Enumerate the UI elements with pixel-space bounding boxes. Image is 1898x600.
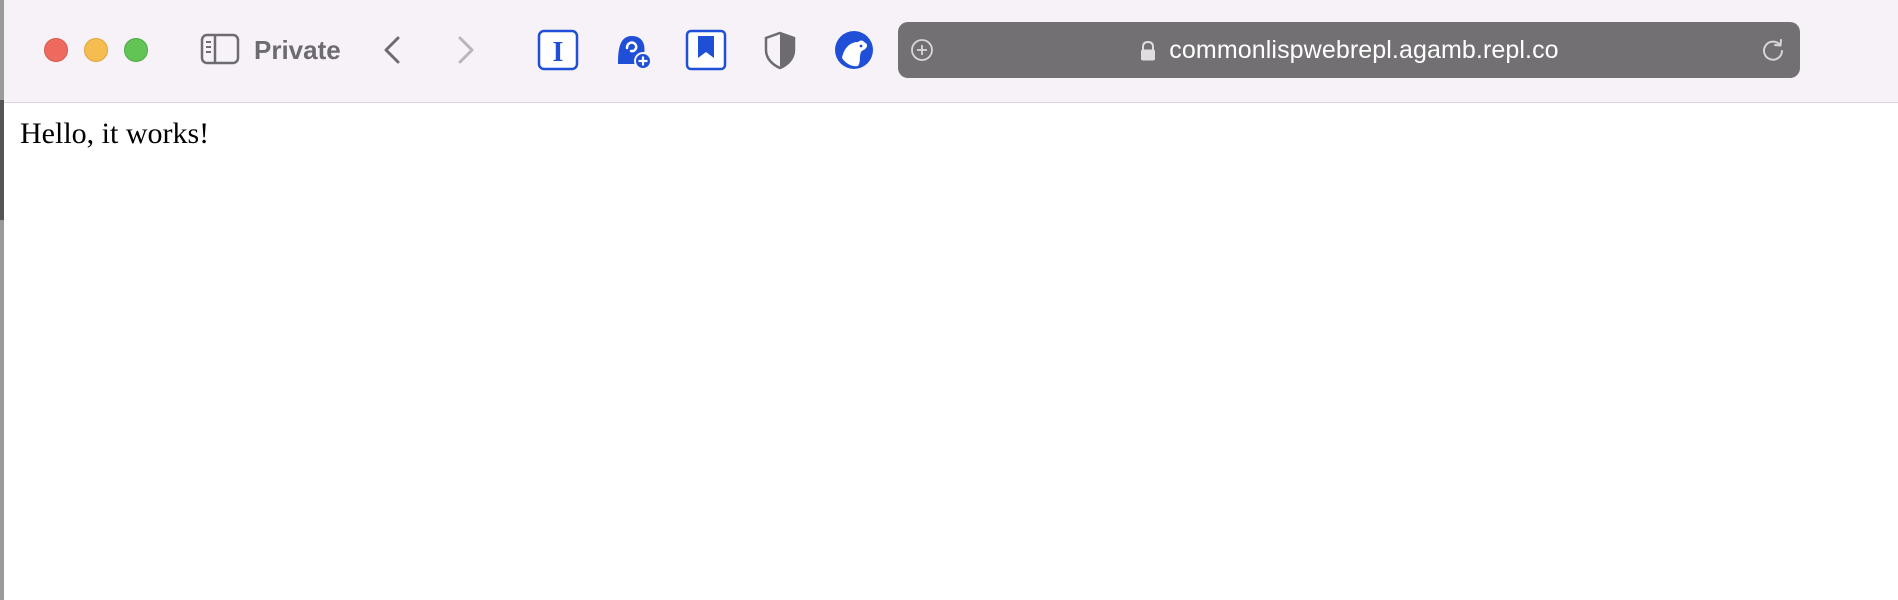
bear-icon	[835, 31, 873, 69]
bear-extension-button[interactable]	[832, 28, 876, 72]
url-text[interactable]: commonlispwebrepl.agamb.repl.co	[1169, 36, 1558, 65]
sidebar-toggle-button[interactable]	[200, 32, 242, 68]
svg-text:I: I	[553, 37, 564, 68]
reload-button[interactable]	[1760, 37, 1786, 63]
shield-icon	[764, 31, 796, 70]
page-body-text: Hello, it works!	[20, 117, 210, 150]
close-window-button[interactable]	[44, 38, 68, 62]
reload-icon	[1763, 39, 1783, 61]
chevron-left-icon	[384, 36, 400, 64]
back-button[interactable]	[374, 30, 414, 70]
forward-button[interactable]	[444, 30, 484, 70]
browser-toolbar: Private I commonlispwebrepl.agamb.repl.c…	[4, 0, 1898, 103]
page-content: Hello, it works!	[4, 103, 1898, 600]
private-mode-label: Private	[254, 35, 341, 65]
browser-window: Private I commonlispwebrepl.agamb.repl.c…	[4, 0, 1898, 600]
lock-icon	[1141, 40, 1156, 61]
plus-circle-icon	[911, 39, 933, 61]
zoom-window-button[interactable]	[124, 38, 148, 62]
ghostery-icon	[618, 36, 652, 70]
privacy-shield-button[interactable]	[758, 28, 802, 72]
address-bar[interactable]: commonlispwebrepl.agamb.repl.co	[898, 22, 1800, 78]
sidebar-icon	[200, 33, 240, 65]
minimize-window-button[interactable]	[84, 38, 108, 62]
bookmark-icon	[685, 29, 727, 71]
instapaper-icon: I	[537, 29, 579, 71]
add-tab-group-button[interactable]	[910, 38, 934, 62]
chevron-right-icon	[458, 36, 474, 64]
instapaper-extension-button[interactable]: I	[536, 28, 580, 72]
ghostery-extension-button[interactable]	[610, 28, 654, 72]
bookmark-extension-button[interactable]	[684, 28, 728, 72]
